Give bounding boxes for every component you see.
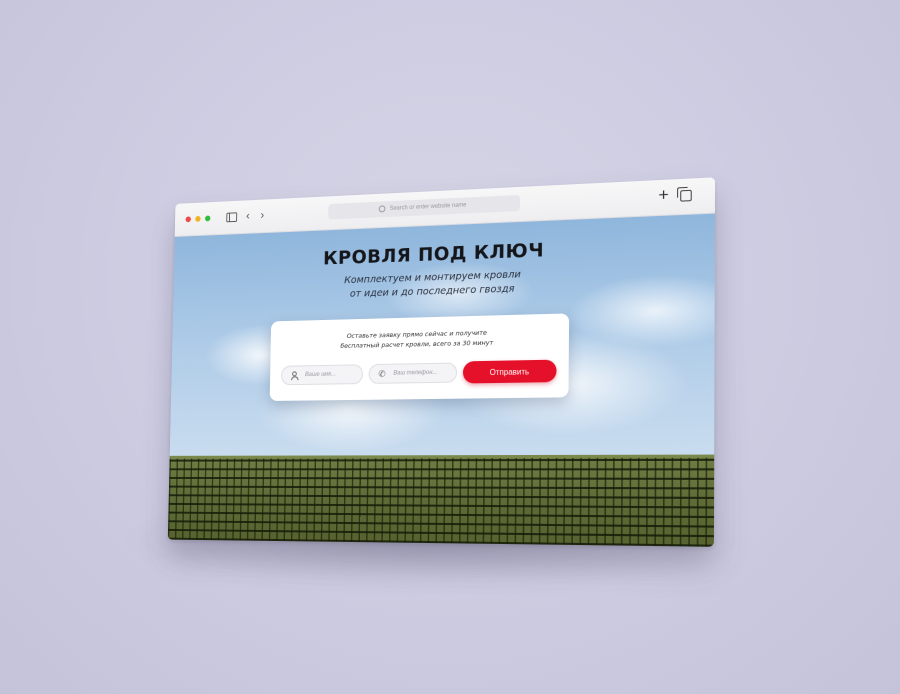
phone-input[interactable]: ✆ Ваш телефон... xyxy=(368,362,458,384)
maximize-window-button[interactable] xyxy=(204,215,211,222)
request-form-card: Оставьте заявку прямо сейчас и получите … xyxy=(269,313,570,401)
window-controls xyxy=(185,215,211,223)
submit-button[interactable]: Отправить xyxy=(462,359,557,384)
form-description: Оставьте заявку прямо сейчас и получите … xyxy=(271,326,569,353)
phone-icon: ✆ xyxy=(378,368,386,379)
address-placeholder: Search or enter website name xyxy=(389,202,467,212)
browser-window: ‹ › Search or enter website name + КРОВЛ… xyxy=(167,177,716,547)
back-button[interactable]: ‹ xyxy=(246,209,250,223)
address-bar[interactable]: Search or enter website name xyxy=(328,194,521,220)
roof-tiles-image xyxy=(167,454,715,547)
name-placeholder: Ваше имя... xyxy=(304,371,336,379)
search-icon xyxy=(379,204,386,212)
forward-button[interactable]: › xyxy=(260,208,264,222)
mockup-stage: ‹ › Search or enter website name + КРОВЛ… xyxy=(0,0,900,694)
user-icon xyxy=(289,371,298,379)
new-tab-button[interactable]: + xyxy=(658,185,668,205)
page-viewport: КРОВЛЯ ПОД КЛЮЧ Комплектуем и монтируем … xyxy=(167,213,715,547)
tabs-overview-icon[interactable] xyxy=(680,189,692,202)
close-window-button[interactable] xyxy=(185,216,191,223)
sidebar-toggle-icon[interactable] xyxy=(226,212,238,223)
phone-placeholder: Ваш телефон... xyxy=(393,369,438,377)
name-input[interactable]: Ваше имя... xyxy=(280,364,364,386)
minimize-window-button[interactable] xyxy=(195,215,201,222)
